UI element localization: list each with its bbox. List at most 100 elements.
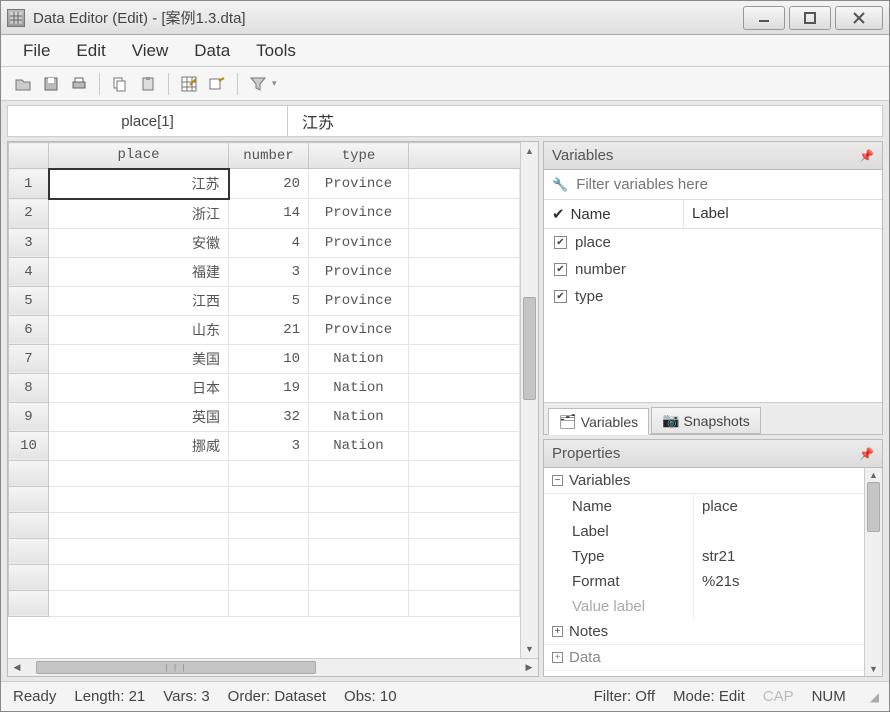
grid-vertical-scrollbar[interactable]: ▲ ▼ bbox=[520, 142, 538, 658]
row-header[interactable]: 4 bbox=[9, 257, 49, 286]
cell-place[interactable]: 浙江 bbox=[49, 199, 229, 229]
grid-horizontal-scrollbar[interactable]: ◀ | | | ▶ bbox=[8, 658, 538, 676]
property-value[interactable] bbox=[694, 594, 864, 619]
property-value[interactable] bbox=[694, 519, 864, 544]
cell-type[interactable]: Province bbox=[309, 286, 409, 315]
row-header[interactable]: 9 bbox=[9, 402, 49, 431]
cell-type[interactable]: Nation bbox=[309, 431, 409, 460]
table-row[interactable]: 2浙江14Province bbox=[9, 199, 520, 229]
minimize-button[interactable] bbox=[743, 6, 785, 30]
cell-number[interactable]: 19 bbox=[229, 373, 309, 402]
filter-dropdown-icon[interactable]: ▾ bbox=[272, 78, 277, 89]
menu-view[interactable]: View bbox=[124, 37, 177, 65]
var-col-name[interactable]: Name bbox=[571, 206, 611, 223]
cell-reference[interactable]: place[1] bbox=[8, 106, 288, 136]
tab-snapshots[interactable]: 📷 Snapshots bbox=[651, 407, 761, 434]
cell-number[interactable]: 5 bbox=[229, 286, 309, 315]
cell-type[interactable]: Nation bbox=[309, 344, 409, 373]
wrench-icon[interactable]: 🔧 bbox=[552, 177, 568, 193]
cell-value-input[interactable]: 江苏 bbox=[288, 106, 882, 136]
props-group-variables[interactable]: − Variables bbox=[544, 468, 864, 494]
cell-number[interactable]: 20 bbox=[229, 169, 309, 199]
cell-type[interactable]: Province bbox=[309, 315, 409, 344]
cell-number[interactable]: 3 bbox=[229, 257, 309, 286]
row-header[interactable]: 1 bbox=[9, 169, 49, 199]
open-icon[interactable] bbox=[11, 72, 35, 96]
cell-place[interactable]: 英国 bbox=[49, 402, 229, 431]
cell-type[interactable]: Province bbox=[309, 228, 409, 257]
copy-icon[interactable] bbox=[108, 72, 132, 96]
grid-edit-icon[interactable] bbox=[177, 72, 201, 96]
variable-item[interactable]: ✔place bbox=[544, 229, 882, 256]
collapse-icon[interactable]: − bbox=[552, 475, 563, 486]
scroll-down-icon[interactable]: ▼ bbox=[521, 640, 538, 658]
tab-variables[interactable]: 🗂 Variables bbox=[548, 408, 649, 435]
row-header[interactable]: 10 bbox=[9, 431, 49, 460]
cell-place[interactable]: 江西 bbox=[49, 286, 229, 315]
table-row[interactable]: 6山东21Province bbox=[9, 315, 520, 344]
property-row[interactable]: Format%21s bbox=[544, 569, 864, 594]
expand-icon[interactable]: + bbox=[552, 652, 563, 663]
cell-type[interactable]: Province bbox=[309, 169, 409, 199]
scroll-up-icon[interactable]: ▲ bbox=[865, 468, 882, 482]
scroll-up-icon[interactable]: ▲ bbox=[521, 142, 538, 160]
table-row[interactable]: 10挪威3Nation bbox=[9, 431, 520, 460]
col-header-place[interactable]: place bbox=[49, 143, 229, 169]
scroll-hthumb[interactable]: | | | bbox=[36, 661, 316, 674]
row-header[interactable]: 5 bbox=[9, 286, 49, 315]
pin-icon[interactable]: 📌 bbox=[859, 447, 874, 461]
cell-number[interactable]: 4 bbox=[229, 228, 309, 257]
scroll-down-icon[interactable]: ▼ bbox=[865, 662, 882, 676]
cell-type[interactable]: Nation bbox=[309, 373, 409, 402]
properties-scrollbar[interactable]: ▲ ▼ bbox=[864, 468, 882, 676]
props-group-data[interactable]: + Data bbox=[544, 645, 864, 671]
expand-icon[interactable]: + bbox=[552, 626, 563, 637]
maximize-button[interactable] bbox=[789, 6, 831, 30]
table-row[interactable]: 8日本19Nation bbox=[9, 373, 520, 402]
variable-item[interactable]: ✔number bbox=[544, 256, 882, 283]
row-header[interactable]: 6 bbox=[9, 315, 49, 344]
row-header[interactable]: 2 bbox=[9, 199, 49, 229]
menu-edit[interactable]: Edit bbox=[68, 37, 113, 65]
paste-icon[interactable] bbox=[136, 72, 160, 96]
data-grid[interactable]: place number type 1江苏20Province2浙江14Prov… bbox=[8, 142, 520, 658]
cell-type[interactable]: Province bbox=[309, 199, 409, 229]
property-row[interactable]: Value label bbox=[544, 594, 864, 619]
property-row[interactable]: Label bbox=[544, 519, 864, 544]
pin-icon[interactable]: 📌 bbox=[859, 149, 874, 163]
checkbox-icon[interactable]: ✔ bbox=[554, 290, 567, 303]
cell-number[interactable]: 3 bbox=[229, 431, 309, 460]
scroll-thumb[interactable] bbox=[867, 482, 880, 532]
table-row[interactable]: 7美国10Nation bbox=[9, 344, 520, 373]
menu-data[interactable]: Data bbox=[186, 37, 238, 65]
row-header[interactable]: 7 bbox=[9, 344, 49, 373]
close-button[interactable] bbox=[835, 6, 883, 30]
variables-filter-input[interactable] bbox=[576, 176, 874, 193]
property-value[interactable]: str21 bbox=[694, 544, 864, 569]
cell-place[interactable]: 挪威 bbox=[49, 431, 229, 460]
scroll-thumb[interactable] bbox=[523, 297, 536, 400]
cell-place[interactable]: 日本 bbox=[49, 373, 229, 402]
cell-type[interactable]: Province bbox=[309, 257, 409, 286]
row-header[interactable]: 8 bbox=[9, 373, 49, 402]
checkbox-icon[interactable]: ✔ bbox=[554, 236, 567, 249]
table-row[interactable]: 9英国32Nation bbox=[9, 402, 520, 431]
resize-grip-icon[interactable]: ◢ bbox=[870, 690, 877, 704]
cell-number[interactable]: 10 bbox=[229, 344, 309, 373]
property-row[interactable]: Nameplace bbox=[544, 494, 864, 519]
cell-number[interactable]: 14 bbox=[229, 199, 309, 229]
table-row[interactable]: 1江苏20Province bbox=[9, 169, 520, 199]
cell-place[interactable]: 福建 bbox=[49, 257, 229, 286]
variable-item[interactable]: ✔type bbox=[544, 283, 882, 310]
property-value[interactable]: place bbox=[694, 494, 864, 519]
save-icon[interactable] bbox=[39, 72, 63, 96]
props-group-notes[interactable]: + Notes bbox=[544, 619, 864, 645]
table-row[interactable]: 4福建3Province bbox=[9, 257, 520, 286]
cell-number[interactable]: 21 bbox=[229, 315, 309, 344]
print-icon[interactable] bbox=[67, 72, 91, 96]
menu-tools[interactable]: Tools bbox=[248, 37, 304, 65]
filter-icon[interactable] bbox=[246, 72, 270, 96]
property-value[interactable]: %21s bbox=[694, 569, 864, 594]
checkbox-icon[interactable]: ✔ bbox=[554, 263, 567, 276]
var-col-label[interactable]: Label bbox=[684, 200, 882, 228]
